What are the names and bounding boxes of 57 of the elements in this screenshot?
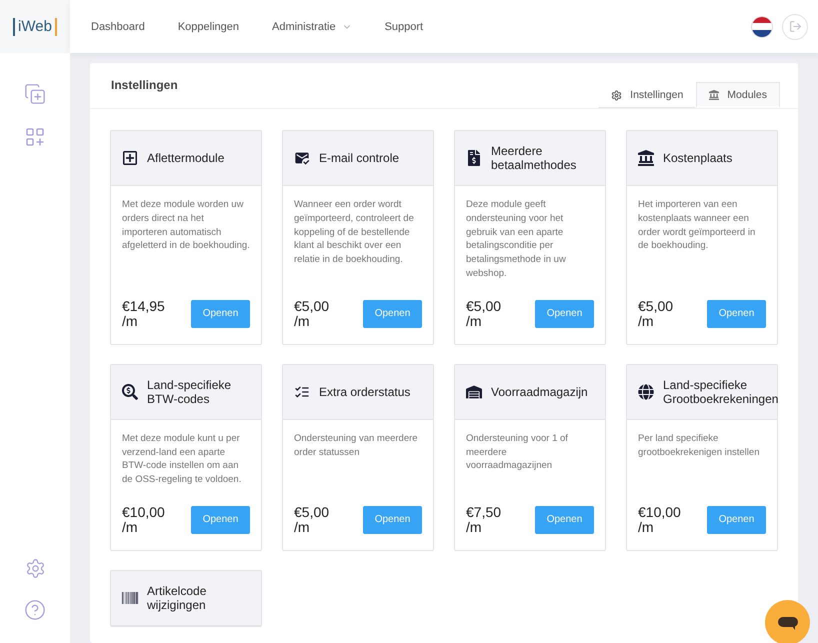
module-price: €14,95 /m xyxy=(122,298,166,329)
module-description: Met deze module worden uw orders direct na het importeren automatisch afgeletterd in de boekhouding. xyxy=(122,198,250,254)
open-button[interactable]: Openen xyxy=(191,300,250,328)
envelope-check-icon xyxy=(294,150,310,166)
open-button[interactable]: Openen xyxy=(535,300,594,328)
module-price: €10,00 /m xyxy=(638,504,682,535)
module-description: Deze module geeft ondersteuning voor het gebruik van een aparte betalingsconditie per betalingsmethode in uw webshop. xyxy=(466,198,567,281)
bank-icon xyxy=(709,90,720,100)
logout-icon xyxy=(788,20,802,33)
nav-link[interactable]: Koppelingen xyxy=(178,20,239,32)
module-title: Land-specifieke Grootboekrekeningen xyxy=(663,376,778,408)
module-description: Het importeren van een kostenplaats wanneer een order wordt geïmporteerd in de boekhouding. xyxy=(638,198,756,254)
nav-link[interactable]: Support xyxy=(384,20,424,32)
settings-icon[interactable] xyxy=(24,558,46,579)
open-button[interactable]: Openen xyxy=(707,506,766,534)
open-button[interactable]: Openen xyxy=(707,300,766,328)
module-description: Per land specifieke grootboekrekenigen instellen xyxy=(638,432,760,460)
module-description: Met deze module kunt u per verzend-land een aparte BTW-code instellen om aan de OSS-regeling te voldoen. xyxy=(122,432,242,487)
chat-bubble-icon xyxy=(776,614,798,630)
open-button[interactable]: Openen xyxy=(535,506,594,534)
barcode-icon xyxy=(122,590,138,606)
module-title: Artikelcode wijzigingen xyxy=(147,582,208,614)
warehouse-icon xyxy=(466,384,482,400)
module-price: €5,00 /m xyxy=(466,298,502,329)
help-icon[interactable] xyxy=(24,599,46,621)
module-price: €5,00 /m xyxy=(638,298,674,329)
module-price: €10,00 /m xyxy=(122,504,166,535)
search-dollar-icon xyxy=(122,384,138,400)
globe-icon xyxy=(638,384,654,400)
open-button[interactable]: Openen xyxy=(363,300,422,328)
nav-link[interactable]: Dashboard xyxy=(91,20,145,32)
open-button[interactable]: Openen xyxy=(191,506,250,534)
module-description: Ondersteuning van meerdere order statussen xyxy=(294,432,419,460)
panel-title: Instellingen xyxy=(111,78,178,92)
module-title: Aflettermodule xyxy=(147,150,224,167)
module-price: €5,00 /m xyxy=(294,298,330,329)
invoice-dollar-icon xyxy=(466,150,482,166)
module-title: Land-specifieke BTW-codes xyxy=(147,376,232,408)
nav-link[interactable]: Administratie xyxy=(272,20,352,32)
module-price: €5,00 /m xyxy=(294,504,330,535)
module-title: E-mail controle xyxy=(319,150,400,167)
module-title: Voorraadmagazijn xyxy=(491,384,588,401)
checklist-icon xyxy=(294,384,310,400)
module-description: Wanneer een order wordt geïmporteerd, controleert de koppeling of de bestellende klant al beschikt over een relatie in de boekhouding. xyxy=(294,198,415,267)
flag-icon[interactable] xyxy=(752,16,772,36)
gear-icon xyxy=(611,90,622,100)
chat-button[interactable] xyxy=(765,600,810,643)
module-description: Ondersteuning voor 1 of meerdere voorraadmagazijnen xyxy=(466,432,569,474)
module-price: €7,50 /m xyxy=(466,504,502,535)
module-title: Kostenplaats xyxy=(663,150,732,167)
module-title: Extra orderstatus xyxy=(319,384,410,401)
bank-icon xyxy=(638,150,654,166)
logout-button[interactable] xyxy=(782,14,808,40)
module-title: Meerdere betaalmethodes xyxy=(491,143,578,174)
open-button[interactable]: Openen xyxy=(363,506,422,534)
tab[interactable]: Modules xyxy=(696,82,780,108)
copy-plus-icon[interactable] xyxy=(24,83,46,105)
